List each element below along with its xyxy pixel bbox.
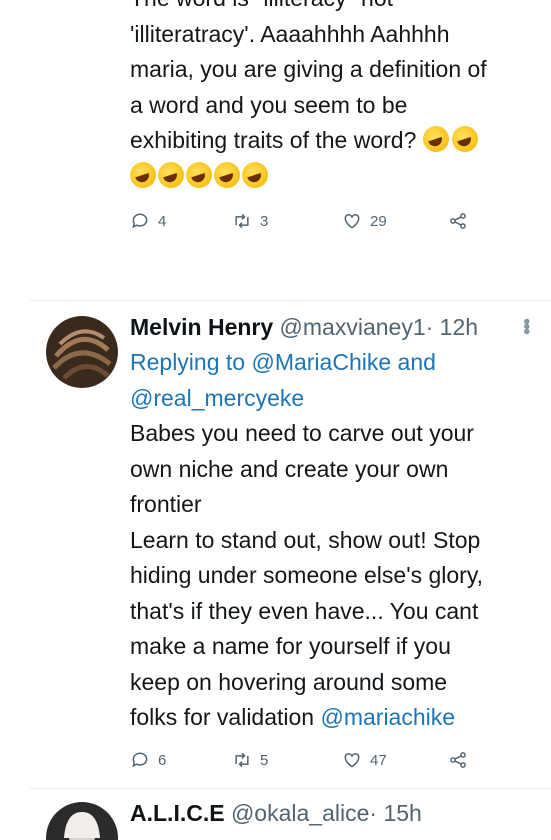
tweet-2-header: Melvin Henry @maxvianey1· 12h: [130, 314, 478, 341]
reply-button[interactable]: 4: [130, 211, 166, 231]
tweet-2-actions: 6 5 47: [130, 750, 490, 776]
retweet-icon: [235, 752, 249, 768]
user-handle[interactable]: @maxvianey1: [280, 314, 426, 340]
user-name[interactable]: A.L.I.C.E: [130, 800, 225, 826]
tweet-1[interactable]: The word is "illiteracy" not 'illiteratr…: [0, 0, 551, 290]
user-handle[interactable]: @okala_alice: [231, 800, 369, 826]
rofl-emoji: [186, 161, 212, 188]
reply-icon: [132, 752, 148, 768]
tweet-3-header: A.L.I.C.E @okala_alice· 15h: [130, 800, 422, 827]
replying-to: Replying to @MariaChike and: [130, 349, 436, 375]
avatar[interactable]: [46, 802, 118, 840]
mention-link[interactable]: @mariachike: [320, 704, 455, 730]
more-icon[interactable]: •••: [514, 318, 537, 333]
reply-button[interactable]: 6: [130, 750, 166, 770]
replying-to: Replying to @MariaChike and: [130, 832, 545, 840]
heart-icon: [344, 213, 360, 229]
rofl-emoji: [242, 161, 268, 188]
heart-icon: [344, 752, 360, 768]
like-button[interactable]: 47: [342, 750, 387, 770]
share-button[interactable]: [448, 211, 468, 231]
timestamp[interactable]: · 12h: [426, 314, 478, 340]
reply-icon: [132, 213, 148, 229]
tweet-1-text: The word is "illiteracy" not 'illiteratr…: [130, 0, 545, 194]
mention-link[interactable]: @MariaChike: [251, 349, 391, 375]
retweet-icon: [235, 213, 249, 229]
rofl-emoji: [422, 126, 449, 152]
retweet-button[interactable]: 5: [232, 750, 268, 770]
rofl-emoji: [130, 161, 156, 188]
tweet-3[interactable]: A.L.I.C.E @okala_alice· 15h Replying to …: [0, 788, 551, 840]
share-icon: [450, 752, 466, 768]
avatar-image: [46, 802, 118, 840]
tweet-1-actions: 4 3 29: [130, 211, 490, 237]
user-name[interactable]: Melvin Henry: [130, 314, 273, 340]
rofl-emoji: [451, 126, 478, 152]
rofl-emoji: [214, 161, 240, 188]
tweet-2[interactable]: Melvin Henry @maxvianey1· 12h ••• Replyi…: [0, 300, 551, 790]
rofl-emoji: [158, 161, 184, 188]
share-icon: [450, 213, 466, 229]
share-button[interactable]: [448, 750, 468, 770]
retweet-button[interactable]: 3: [232, 211, 268, 231]
mention-link[interactable]: @real_mercyeke: [130, 381, 545, 417]
tweet-2-text: Replying to @MariaChike and @real_mercye…: [130, 345, 545, 736]
avatar-image: [46, 316, 118, 388]
timestamp[interactable]: · 15h: [369, 800, 421, 826]
like-button[interactable]: 29: [342, 211, 387, 231]
avatar[interactable]: [46, 316, 118, 388]
